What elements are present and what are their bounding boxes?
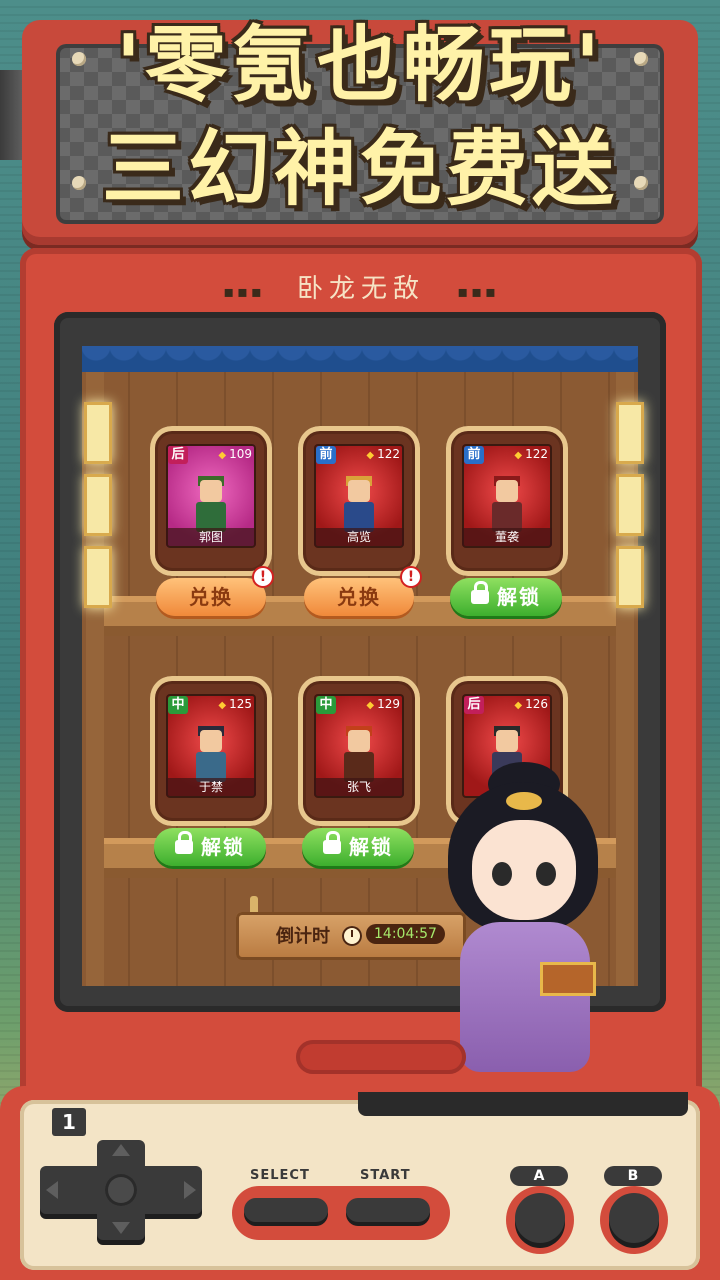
arrow-right-icon[interactable]: [184, 1181, 196, 1199]
lamp-icon: [616, 546, 644, 608]
hero-portrait: 中 ◆ 129 张飞: [314, 694, 404, 798]
gem-icon: ◆: [366, 700, 375, 711]
start-label: START: [360, 1168, 411, 1183]
eye: [536, 862, 556, 886]
alert-icon: !: [402, 568, 420, 586]
hero-name: 董袭: [462, 528, 552, 546]
select-label: SELECT: [250, 1168, 310, 1183]
a-button[interactable]: [515, 1193, 565, 1243]
arrow-down-icon[interactable]: [112, 1222, 130, 1234]
eye: [492, 862, 512, 886]
lamp-icon: [84, 546, 112, 608]
curtain: [82, 346, 638, 372]
hero-portrait: 前 ◆ 122 董袭: [462, 444, 552, 548]
unlock-label: 解锁: [497, 585, 541, 609]
title-dots-left: ▪▪▪: [223, 282, 265, 301]
cabinet-title: ▪▪▪ 卧龙无敌 ▪▪▪: [20, 268, 702, 305]
arrow-left-icon[interactable]: [46, 1181, 58, 1199]
power-number: 125: [229, 697, 252, 711]
role-badge: 后: [168, 446, 188, 464]
shelf-side-left: [86, 372, 104, 986]
face: [472, 820, 576, 920]
role-badge: 前: [316, 446, 336, 464]
lamp-icon: [84, 474, 112, 536]
power-number: 122: [525, 447, 548, 461]
gem-icon: ◆: [218, 700, 227, 711]
hero-card-gaolan[interactable]: 前 ◆ 122 高览: [298, 426, 420, 576]
hero-card-guotu[interactable]: 后 ◆ 109 郭图: [150, 426, 272, 576]
a-label: A: [510, 1166, 568, 1186]
power-number: 126: [525, 697, 548, 711]
sprite-head: [496, 730, 518, 752]
sprite-head: [348, 730, 370, 752]
gem-icon: ◆: [218, 450, 227, 461]
exchange-button-guotu[interactable]: 兑换: [156, 578, 266, 616]
lock-icon: [175, 830, 193, 854]
coin-slot: [296, 1040, 466, 1074]
gem-icon: ◆: [366, 450, 375, 461]
hero-portrait: 前 ◆ 122 高览: [314, 444, 404, 548]
hero-portrait: 中 ◆ 125 于禁: [166, 694, 256, 798]
power-number: 109: [229, 447, 252, 461]
gem-icon: ◆: [514, 450, 523, 461]
sprite-head: [496, 480, 518, 502]
power-value: ◆ 122: [366, 447, 400, 461]
role-badge: 前: [464, 446, 484, 464]
exchange-button-gaolan[interactable]: 兑换: [304, 578, 414, 616]
power-value: ◆ 125: [218, 697, 252, 711]
select-button[interactable]: [244, 1198, 328, 1222]
sprite-head: [348, 480, 370, 502]
role-badge: 中: [168, 696, 188, 714]
dpad-center[interactable]: [105, 1174, 137, 1206]
robe: [460, 922, 590, 1072]
console-slot: [358, 1092, 688, 1116]
alert-icon: !: [254, 568, 272, 586]
lock-icon: [471, 580, 489, 604]
gem-icon: ◆: [514, 700, 523, 711]
unlock-button-zhangfei[interactable]: 解锁: [302, 828, 414, 866]
lamp-icon: [84, 402, 112, 464]
hero-name: 高览: [314, 528, 404, 546]
unlock-label: 解锁: [201, 835, 245, 859]
unlock-button-dongxi[interactable]: 解锁: [450, 578, 562, 616]
promo-title-line2: 三幻神免费送: [101, 122, 618, 217]
role-badge: 中: [316, 696, 336, 714]
power-value: ◆ 126: [514, 697, 548, 711]
hero-card-yujin[interactable]: 中 ◆ 125 于禁: [150, 676, 272, 826]
sprite-head: [200, 480, 222, 502]
power-value: ◆ 109: [218, 447, 252, 461]
unlock-label: 解锁: [349, 835, 393, 859]
power-value: ◆ 129: [366, 697, 400, 711]
hero-card-zhangfei[interactable]: 中 ◆ 129 张飞: [298, 676, 420, 826]
hero-name: 张飞: [314, 778, 404, 796]
power-number: 122: [377, 447, 400, 461]
hero-name: 郭图: [166, 528, 256, 546]
promo-title-line1: '零氪也畅玩': [115, 18, 605, 113]
hero-name: 于禁: [166, 778, 256, 796]
countdown-label: 倒计时: [276, 926, 330, 947]
b-button[interactable]: [609, 1193, 659, 1243]
hero-portrait: 后 ◆ 109 郭图: [166, 444, 256, 548]
player-indicator: 1: [52, 1108, 86, 1136]
cabinet-title-text: 卧龙无敌: [296, 274, 425, 304]
arrow-up-icon[interactable]: [112, 1144, 130, 1156]
clock-icon: [342, 926, 362, 946]
power-number: 129: [377, 697, 400, 711]
start-button[interactable]: [346, 1198, 430, 1222]
lamp-icon: [616, 474, 644, 536]
treasure-box-icon: [540, 962, 596, 996]
lamp-icon: [616, 402, 644, 464]
title-dots-right: ▪▪▪: [457, 282, 499, 301]
hairpin-icon: [506, 792, 542, 810]
hero-card-dongxi[interactable]: 前 ◆ 122 董袭: [446, 426, 568, 576]
sprite-head: [200, 730, 222, 752]
unlock-button-yujin[interactable]: 解锁: [154, 828, 266, 866]
lock-icon: [323, 830, 341, 854]
b-label: B: [604, 1166, 662, 1186]
role-badge: 后: [464, 696, 484, 714]
power-value: ◆ 122: [514, 447, 548, 461]
